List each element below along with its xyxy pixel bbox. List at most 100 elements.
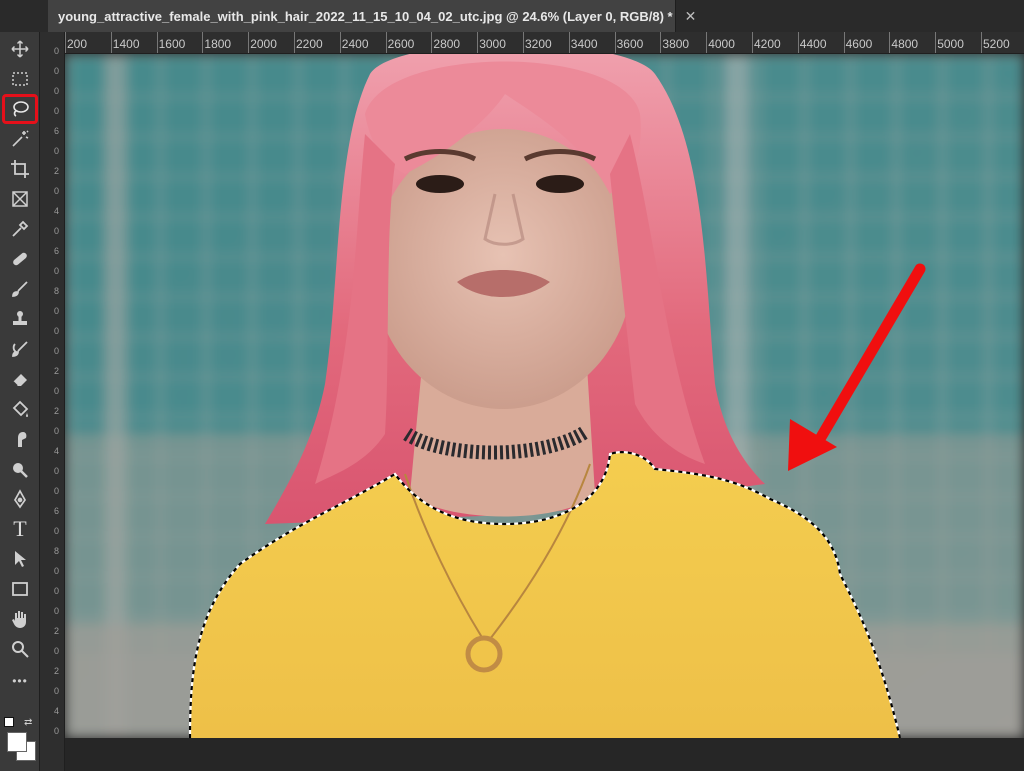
ruler-major-tick [523,32,524,53]
ruler-major-tick [248,32,250,53]
ruler-digit: 0 [54,346,60,356]
ruler-digit: 0 [54,426,60,436]
color-swatches[interactable]: ⇄ [4,717,36,767]
more-tools-glyph: ••• [12,674,28,688]
ruler-digit: 0 [54,306,60,316]
ruler-label: 4800 [891,37,919,51]
ruler-major-tick [431,32,433,53]
healing-brush-tool-icon[interactable] [4,246,36,272]
ruler-digit: 0 [54,326,60,336]
ruler-label: 4600 [845,37,873,51]
history-brush-tool-icon[interactable] [4,336,36,362]
ruler-major-tick [385,32,387,53]
frame-tool-icon[interactable] [4,186,36,212]
ruler-label: 2200 [296,37,323,51]
ruler-digit: 0 [54,266,60,276]
type-tool-icon[interactable]: T [4,516,36,542]
ruler-major-tick [477,32,479,53]
paint-bucket-tool-icon[interactable] [4,396,36,422]
ruler-major-tick [981,32,982,53]
ruler-major-tick [614,32,616,53]
ruler-major-tick [202,32,204,53]
photo-canvas [65,54,1024,738]
ruler-digit: 0 [54,686,60,696]
ruler-label: 4200 [754,37,781,51]
ruler-digit: 0 [54,106,60,116]
ruler-digit: 0 [54,606,60,616]
ruler-digit: 0 [54,186,60,196]
ruler-major-tick [889,32,891,53]
marquee-tool-icon[interactable] [4,66,36,92]
ruler-digit: 4 [54,206,60,216]
foreground-color-swatch[interactable] [7,732,27,752]
canvas-bottom-pasteboard [65,738,1024,771]
more-tools-icon[interactable]: ••• [4,668,36,694]
ruler-major-tick [752,32,753,53]
ruler-label: 2800 [433,37,461,51]
document-tab-bar: young_attractive_female_with_pink_hair_2… [0,0,1024,32]
ruler-digit: 6 [54,506,60,516]
ruler-digit: 0 [54,86,60,96]
ruler-digit: 0 [54,526,60,536]
ruler-major-tick [568,32,570,53]
magic-wand-tool-icon[interactable] [4,126,36,152]
ruler-label: 1600 [158,37,186,51]
ruler-major-tick [935,32,937,53]
document-tab[interactable]: young_attractive_female_with_pink_hair_2… [48,0,696,32]
clone-stamp-tool-icon[interactable] [4,306,36,332]
brush-tool-icon[interactable] [4,276,36,302]
eraser-tool-icon[interactable] [4,366,36,392]
type-tool-glyph: T [13,516,27,541]
crop-tool-icon[interactable] [4,156,36,182]
ruler-digit: 4 [54,706,60,716]
ruler-digit: 4 [54,446,60,456]
pen-tool-icon[interactable] [4,486,36,512]
move-tool-icon[interactable] [4,36,36,62]
ruler-label: 2400 [341,37,369,51]
vertical-ruler: 0 0 0 0 6 0 2 0 4 0 6 0 8 0 0 0 2 0 2 0 4 0 0 6 0 8 0 0 0 2 0 2 0 4 0 [40,32,65,771]
document-canvas[interactable] [65,54,1024,738]
smudge-tool-icon[interactable] [4,426,36,452]
ruler-label: 2000 [250,37,277,51]
ruler-major-tick [156,32,158,53]
ruler-major-tick [797,32,799,53]
ruler-label: 3400 [570,37,598,51]
ruler-digit: 0 [54,466,60,476]
ruler-major-tick [110,32,112,53]
hand-tool-icon[interactable] [4,606,36,632]
ruler-digit: 0 [54,586,60,596]
ruler-major-tick [65,32,66,53]
ruler-label: 4400 [799,37,827,51]
ruler-label: 1800 [204,37,232,51]
left-eye [416,175,464,193]
ruler-digit: 2 [54,406,60,416]
lasso-tool-icon[interactable] [2,94,38,124]
ruler-label: 5200 [983,37,1010,51]
close-tab-icon[interactable]: ✕ [685,8,697,25]
ruler-digit: 0 [54,66,60,76]
rectangle-tool-icon[interactable] [4,576,36,602]
ruler-digit: 8 [54,286,60,296]
eyedropper-tool-icon[interactable] [4,216,36,242]
ruler-digit: 0 [54,146,60,156]
ruler-digit: 2 [54,166,60,176]
ruler-digit: 0 [54,646,60,656]
ruler-label: 3600 [616,37,644,51]
ruler-digit: 2 [54,666,60,676]
ruler-digit: 8 [54,546,60,556]
ruler-digit: 6 [54,246,60,256]
zoom-tool-icon[interactable] [4,636,36,662]
ruler-major-tick [339,32,341,53]
path-selection-tool-icon[interactable] [4,546,36,572]
dodge-tool-icon[interactable] [4,456,36,482]
swap-colors-icon[interactable]: ⇄ [24,717,32,728]
ruler-major-tick [294,32,295,53]
face [373,129,633,409]
ruler-label: 3800 [662,37,690,51]
ruler-label: 5000 [937,37,964,51]
ruler-label: 2600 [387,37,415,51]
ruler-digit: 0 [54,486,60,496]
document-tab-title: young_attractive_female_with_pink_hair_2… [58,8,673,24]
ruler-major-tick [843,32,845,53]
default-colors-icon[interactable] [4,717,14,727]
